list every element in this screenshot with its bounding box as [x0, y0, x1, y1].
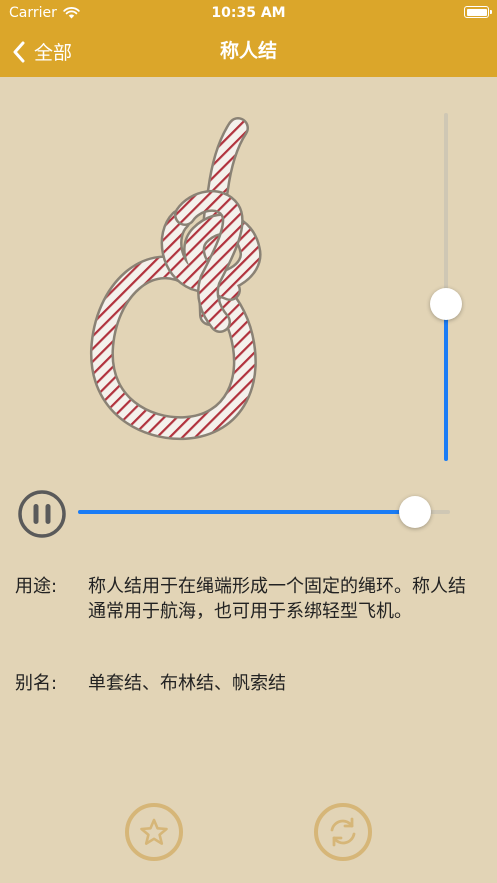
progress-slider-fill	[78, 510, 415, 514]
status-time: 10:35 AM	[211, 5, 286, 21]
favorite-button[interactable]	[125, 803, 183, 861]
back-label: 全部	[34, 42, 73, 64]
speed-slider[interactable]	[430, 113, 462, 461]
star-icon	[140, 818, 168, 845]
page-title: 称人结	[219, 40, 277, 62]
status-bar: Carrier 10:35 AM	[0, 0, 497, 26]
chevron-left-icon	[13, 41, 25, 62]
speed-slider-thumb[interactable]	[430, 288, 462, 321]
usage-label: 用途:	[15, 576, 58, 597]
repeat-icon	[330, 817, 356, 847]
speed-slider-fill	[444, 304, 448, 461]
nav-bar: 全部 称人结	[0, 26, 497, 77]
usage-text: 称人结用于在绳端形成一个固定的绳环。称人结通常用于航海，也可用于系绑轻型飞机。	[88, 576, 466, 622]
knot-illustration	[89, 117, 262, 441]
battery-icon	[464, 6, 492, 18]
repeat-button[interactable]	[314, 803, 372, 861]
alias-text: 单套结、布林结、帆索结	[88, 673, 286, 694]
progress-slider-thumb[interactable]	[398, 496, 431, 528]
back-button[interactable]: 全部	[12, 26, 72, 77]
alias-label: 别名:	[15, 673, 58, 694]
pause-icon[interactable]	[17, 489, 67, 539]
progress-slider[interactable]	[78, 496, 450, 528]
